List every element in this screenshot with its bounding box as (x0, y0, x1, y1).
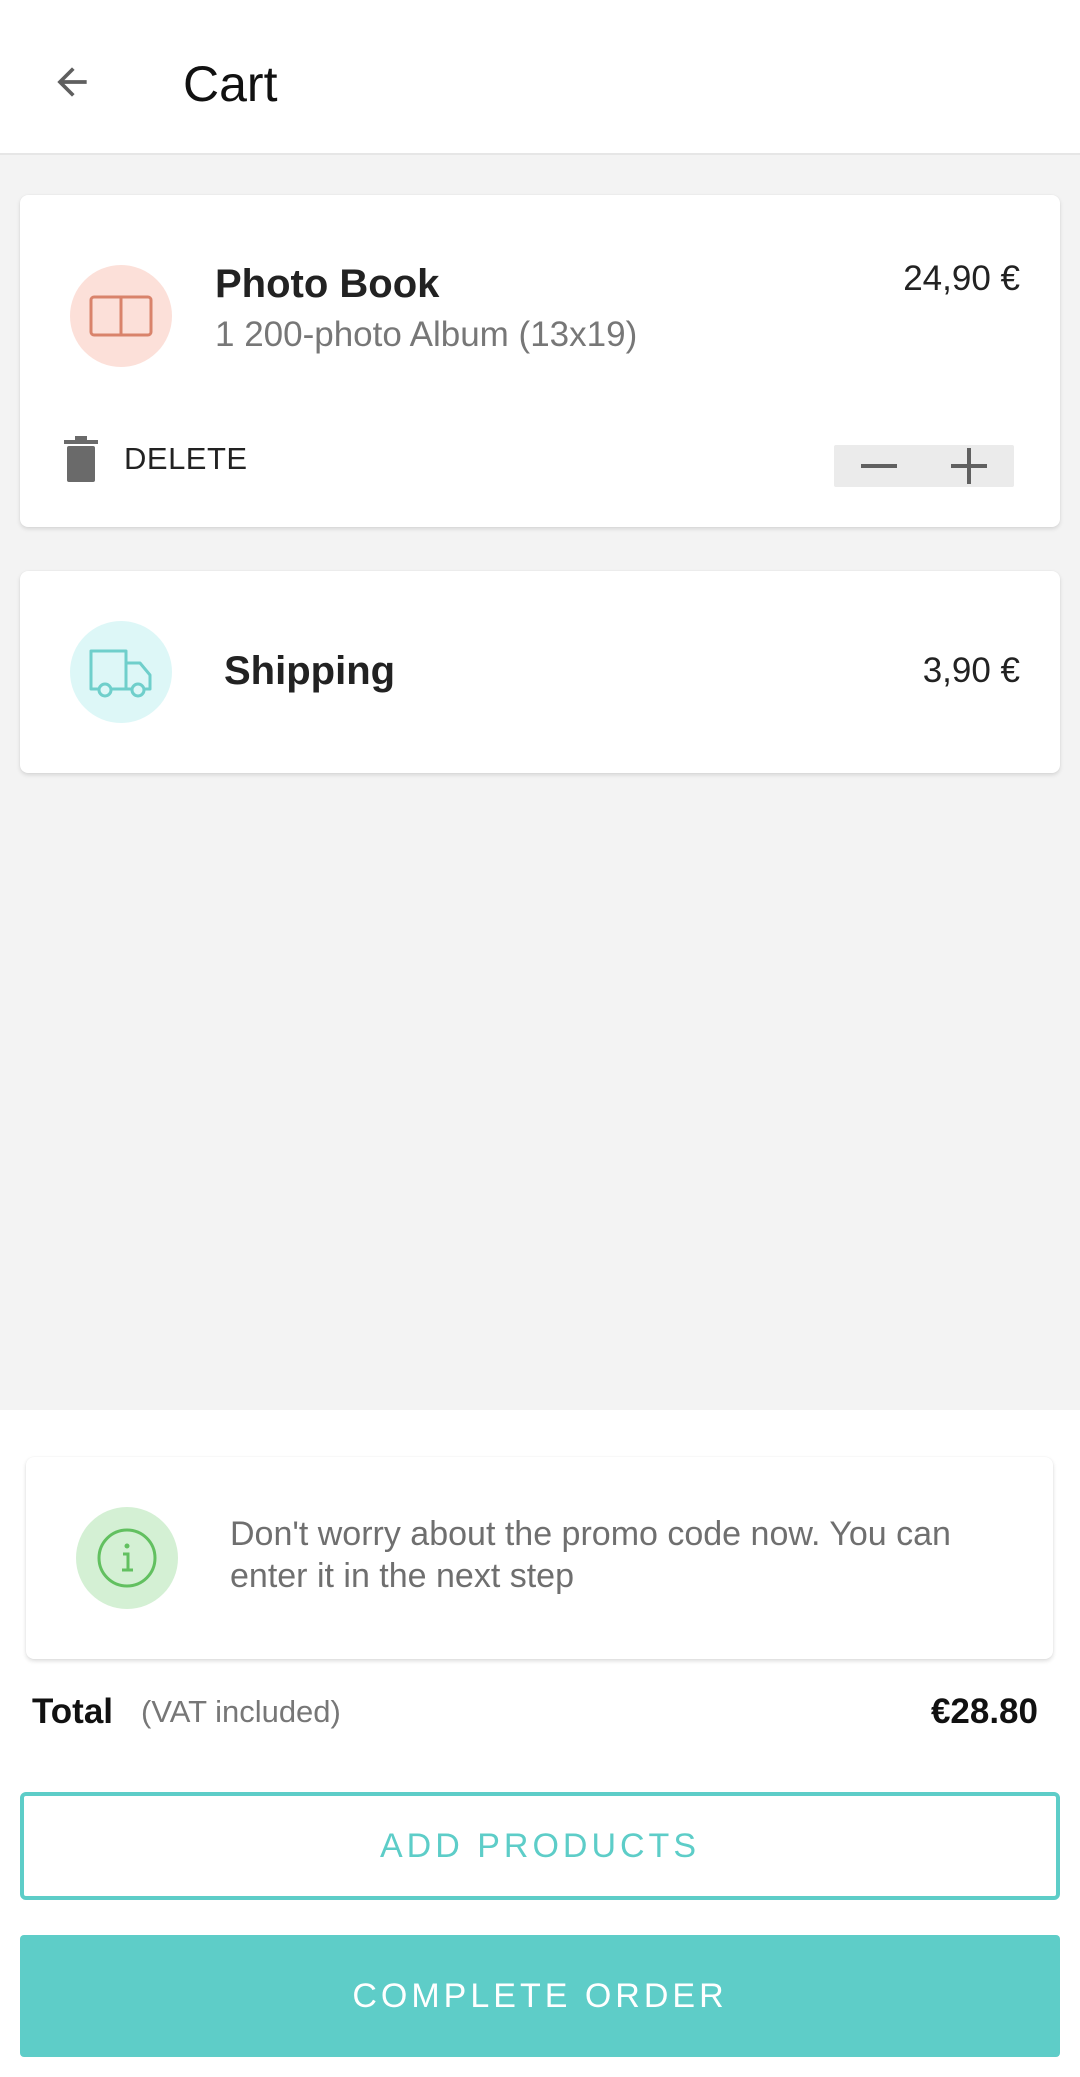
total-value: €28.80 (930, 1692, 1038, 1731)
shipping-price: 3,90 € (922, 651, 1020, 690)
delete-label: DELETE (124, 441, 248, 476)
decrease-quantity-button[interactable] (834, 445, 924, 487)
add-products-button[interactable]: ADD PRODUCTS (20, 1792, 1060, 1900)
arrow-left-icon (57, 67, 87, 97)
add-products-label: ADD PRODUCTS (379, 1826, 701, 1865)
cart-content: Photo Book 1 200-photo Album (13x19) 24,… (0, 155, 1080, 1410)
complete-order-label: COMPLETE ORDER (352, 1976, 728, 2015)
shipping-card: Shipping 3,90 € (20, 571, 1060, 773)
promo-info-text: Don't worry about the promo code now. Yo… (230, 1515, 951, 1595)
truck-icon (89, 649, 152, 698)
minus-icon (861, 464, 897, 468)
product-price: 24,90 € (903, 259, 1020, 298)
photo-book-icon (89, 295, 153, 337)
info-icon-badge (76, 1507, 178, 1609)
cart-item-card: Photo Book 1 200-photo Album (13x19) 24,… (20, 195, 1060, 527)
plus-icon (951, 448, 987, 484)
increase-quantity-button[interactable] (924, 445, 1014, 487)
total-row: Total (VAT included) €28.80 (32, 1686, 1038, 1742)
delete-button[interactable]: DELETE (60, 431, 248, 487)
complete-order-button[interactable]: COMPLETE ORDER (20, 1935, 1060, 2057)
quantity-stepper (834, 445, 1014, 487)
total-label: Total (32, 1692, 114, 1731)
trash-icon (64, 436, 98, 482)
product-name: Photo Book (215, 262, 440, 306)
promo-info-card: Don't worry about the promo code now. Yo… (26, 1457, 1053, 1659)
back-button[interactable] (40, 50, 104, 114)
info-icon (97, 1528, 157, 1588)
product-description: 1 200-photo Album (13x19) (215, 315, 638, 354)
product-icon-badge (70, 265, 172, 367)
shipping-label: Shipping (224, 649, 396, 693)
page-title: Cart (183, 56, 278, 112)
shipping-icon-badge (70, 621, 172, 723)
vat-label: (VAT included) (141, 1694, 341, 1729)
app-header: Cart (0, 0, 1080, 155)
